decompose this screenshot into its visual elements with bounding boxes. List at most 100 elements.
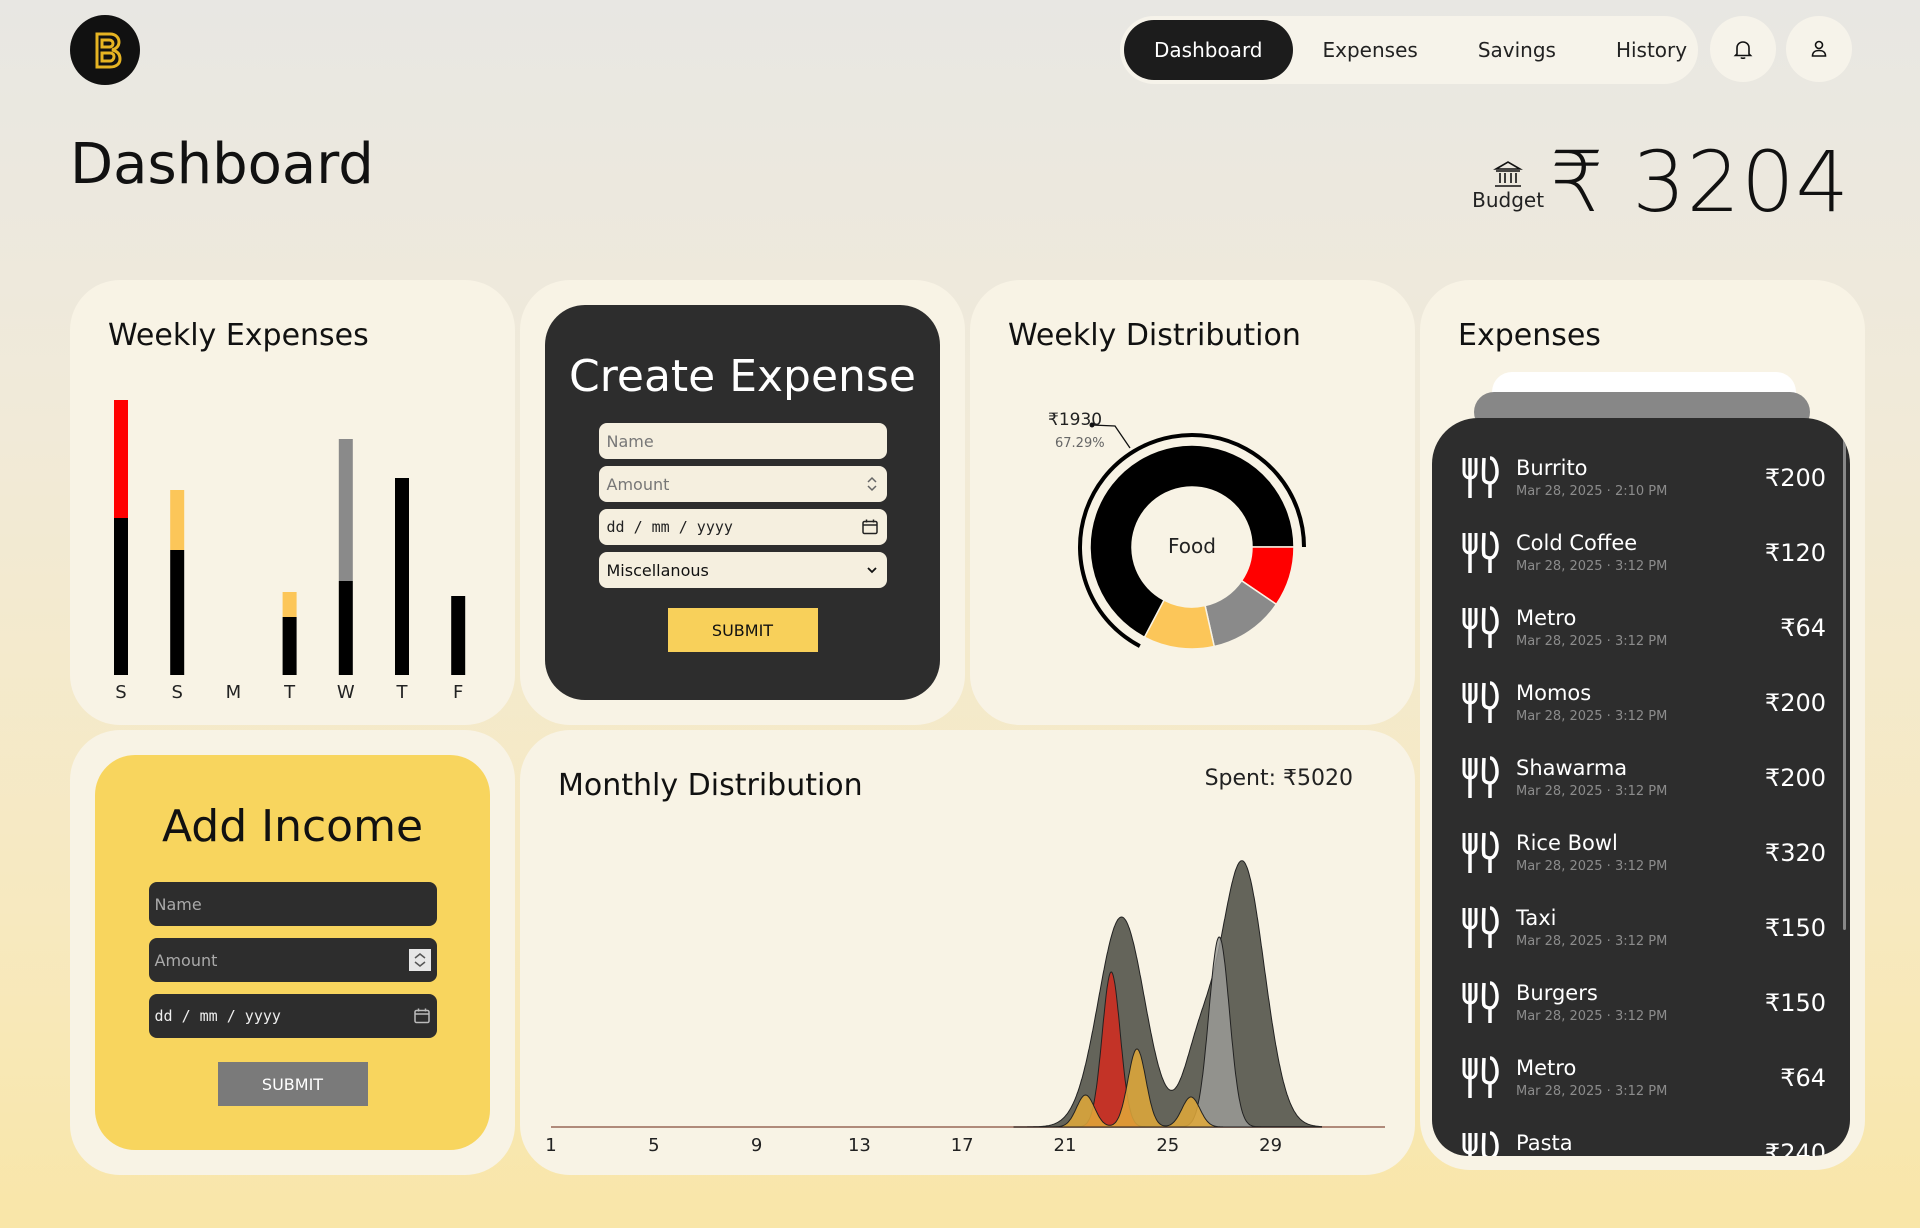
budget-label: Budget: [1472, 188, 1545, 212]
expenses-title: Expenses: [1458, 318, 1601, 353]
fork-knife-icon: [1462, 981, 1499, 1023]
create-expense-submit-button[interactable]: SUBMIT: [667, 608, 818, 652]
expense-date: Mar 28, 2025 · 3:12 PM: [1516, 1084, 1668, 1099]
expense-date: Mar 28, 2025 · 3:12 PM: [1516, 559, 1668, 574]
monthly-x-tick: 9: [751, 1135, 762, 1156]
expense-name: Taxi: [1516, 906, 1557, 930]
chevron-down-icon: [866, 567, 877, 574]
expense-list-item[interactable]: Burrito Mar 28, 2025 · 2:10 PM ₹200: [1432, 440, 1850, 515]
weekly-bar-segment[interactable]: [338, 439, 353, 581]
fork-knife-icon: [1462, 531, 1499, 573]
calendar-icon[interactable]: [413, 1007, 431, 1025]
weekly-day-label: T: [396, 682, 409, 703]
expense-amount: ₹200: [1764, 689, 1826, 717]
expense-date: Mar 28, 2025 · 3:12 PM: [1516, 1009, 1668, 1024]
expense-name-input[interactable]: Name: [598, 423, 887, 459]
expense-amount-input[interactable]: Amount: [598, 466, 887, 502]
expense-amount: ₹120: [1764, 539, 1826, 567]
expense-list-item[interactable]: Momos Mar 28, 2025 · 3:12 PM ₹200: [1432, 665, 1850, 740]
expense-date-input[interactable]: dd / mm / yyyy: [598, 509, 887, 545]
income-name-input[interactable]: Name: [148, 882, 437, 926]
expenses-list[interactable]: Burrito Mar 28, 2025 · 2:10 PM ₹200 Cold Co…: [1432, 418, 1850, 1156]
income-date-input[interactable]: dd / mm / yyyy: [148, 994, 437, 1038]
expense-list-item[interactable]: Shawarma Mar 28, 2025 · 3:12 PM ₹200: [1432, 740, 1850, 815]
expense-amount: ₹150: [1764, 914, 1826, 942]
page-title: Dashboard: [70, 132, 374, 197]
create-expense-form: Create Expense Name Amount dd / mm / yyy…: [545, 305, 940, 700]
monthly-x-tick: 1: [545, 1135, 556, 1156]
expense-list-item[interactable]: Metro Mar 28, 2025 · 3:12 PM ₹64: [1432, 590, 1850, 665]
expense-name: Pasta: [1516, 1131, 1573, 1155]
monthly-area-series[interactable]: [1013, 860, 1323, 1128]
monthly-x-tick: 5: [648, 1135, 659, 1156]
app-logo[interactable]: [70, 15, 140, 85]
weekly-bar-segment[interactable]: [114, 518, 128, 675]
weekly-day-label: S: [171, 682, 182, 703]
add-income-title: Add Income: [161, 801, 424, 852]
expense-date-placeholder: dd / mm / yyyy: [606, 518, 733, 536]
weekly-day-label: T: [283, 682, 296, 703]
expense-date: Mar 28, 2025 · 3:12 PM: [1516, 709, 1668, 724]
expense-amount: ₹64: [1780, 614, 1826, 642]
expense-list-item[interactable]: PastaMar 28, 2025 · 3:12 PM₹240: [1432, 1115, 1850, 1156]
donut-callout-amount: ₹1930: [1048, 410, 1102, 430]
expense-date: Mar 28, 2025 · 3:12 PM: [1516, 634, 1668, 649]
weekly-bar-segment[interactable]: [395, 478, 409, 675]
stepper-icon[interactable]: [408, 949, 431, 971]
income-amount-input[interactable]: Amount: [148, 938, 437, 982]
weekly-bar-segment[interactable]: [282, 592, 297, 617]
expense-name: Metro: [1516, 606, 1577, 630]
expense-list-item[interactable]: Taxi Mar 28, 2025 · 3:12 PM ₹150: [1432, 890, 1850, 965]
nav-dashboard[interactable]: Dashboard: [1124, 20, 1293, 80]
expense-date: Mar 28, 2025 · 3:12 PM: [1516, 859, 1668, 874]
expense-name: Shawarma: [1516, 756, 1628, 780]
weekly-day-label: S: [115, 682, 126, 703]
expense-list-item[interactable]: Rice Bowl Mar 28, 2025 · 3:12 PM ₹320: [1432, 815, 1850, 890]
create-expense-card: Create Expense Name Amount dd / mm / yyy…: [520, 280, 965, 725]
weekly-bar-segment[interactable]: [170, 550, 185, 675]
expense-name: Cold Coffee: [1516, 531, 1638, 555]
weekly-bar-segment[interactable]: [170, 490, 185, 550]
bank-icon: [1493, 161, 1524, 187]
expense-name-placeholder: Name: [606, 431, 654, 451]
expense-amount: ₹200: [1764, 464, 1826, 492]
weekly-bar-segment[interactable]: [114, 400, 128, 518]
weekly-day-label: W: [337, 682, 355, 703]
expense-name: Burrito: [1516, 456, 1588, 480]
budget-amount: ₹ 3204: [1550, 133, 1850, 231]
nav-expenses[interactable]: Expenses: [1293, 20, 1448, 80]
donut-callout-dot: [1089, 422, 1095, 428]
nav-savings[interactable]: Savings: [1448, 20, 1586, 80]
fork-knife-icon: [1462, 756, 1499, 798]
fork-knife-icon: [1462, 681, 1499, 723]
monthly-x-tick: 21: [1054, 1135, 1077, 1156]
weekly-expenses-chart: SSMTWTF: [114, 400, 466, 703]
main-nav: Dashboard Expenses Savings History: [1120, 16, 1698, 84]
donut-center-label: Food: [1168, 534, 1216, 558]
expense-amount: ₹240: [1764, 1139, 1826, 1156]
calendar-icon[interactable]: [861, 518, 879, 536]
weekly-bar-segment[interactable]: [338, 581, 353, 675]
expense-date: Mar 28, 2025 · 3:12 PM: [1516, 934, 1668, 949]
nav-history[interactable]: History: [1586, 20, 1717, 80]
expense-date: Mar 28, 2025 · 3:12 PM: [1516, 784, 1668, 799]
add-income-submit-button[interactable]: SUBMIT: [217, 1062, 368, 1106]
expense-name: Burgers: [1516, 981, 1598, 1005]
weekly-distribution-card: Weekly Distribution ₹1930 67.29% Food: [970, 280, 1415, 725]
user-icon: [1811, 40, 1827, 57]
expense-list-item[interactable]: Burgers Mar 28, 2025 · 3:12 PM ₹150: [1432, 965, 1850, 1040]
notifications-button[interactable]: [1710, 16, 1776, 82]
stepper-icon[interactable]: [865, 474, 879, 494]
expense-category-select[interactable]: Miscellanous: [598, 552, 887, 588]
fork-knife-icon: [1462, 456, 1499, 498]
weekly-bar-segment[interactable]: [282, 617, 297, 675]
profile-button[interactable]: [1786, 16, 1852, 82]
expense-date: Mar 28, 2025 · 2:10 PM: [1516, 484, 1668, 499]
monthly-distribution-chart: 1 5 9 13 17 21 25 29: [545, 860, 1385, 1156]
expense-category-value: Miscellanous: [606, 560, 709, 580]
expense-list-item[interactable]: Cold Coffee Mar 28, 2025 · 3:12 PM ₹120: [1432, 515, 1850, 590]
expense-list-item[interactable]: Metro Mar 28, 2025 · 3:12 PM ₹64: [1432, 1040, 1850, 1115]
donut-callout-percent: 67.29%: [1055, 436, 1105, 451]
expense-name: Metro: [1516, 1056, 1577, 1080]
weekly-bar-segment[interactable]: [451, 596, 466, 675]
